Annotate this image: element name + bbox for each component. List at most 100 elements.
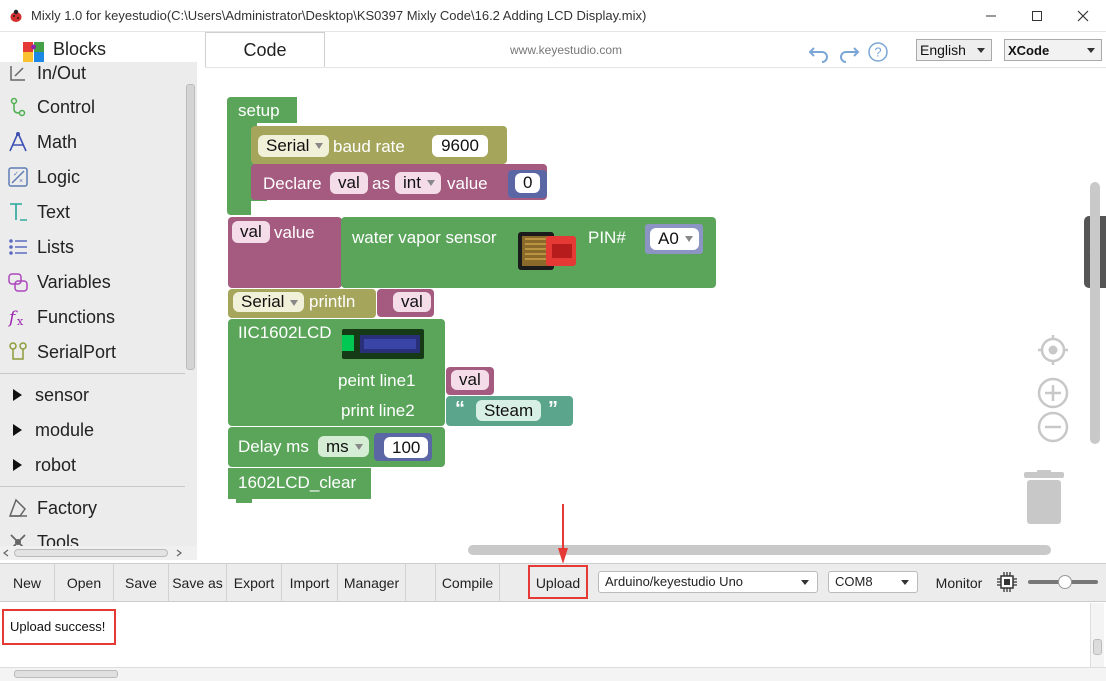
tab-blocks[interactable]: Blocks <box>0 32 197 66</box>
category-lists[interactable]: Lists <box>0 230 185 264</box>
code-mode-select[interactable]: XCode <box>1004 39 1102 61</box>
toolbox-divider <box>0 373 185 374</box>
scrollbar-thumb[interactable] <box>14 549 168 557</box>
chevron-down-icon <box>1087 48 1095 53</box>
import-button[interactable]: Import <box>282 564 338 602</box>
lcd-clear-label: 1602LCD_clear <box>238 473 357 492</box>
workspace-horizontal-scrollbar[interactable] <box>468 545 1051 555</box>
tab-code[interactable]: Code <box>205 32 325 68</box>
init-value-field[interactable]: 0 <box>515 173 541 193</box>
category-control[interactable]: Control <box>0 90 185 124</box>
manager-button[interactable]: Manager <box>338 564 406 602</box>
value-label: value <box>447 174 488 193</box>
minimize-icon <box>986 15 996 17</box>
category-label: Math <box>37 131 78 152</box>
svg-text:✓: ✓ <box>13 171 19 178</box>
category-text[interactable]: Text <box>0 195 185 229</box>
pin-label: PIN# <box>588 228 626 247</box>
println-serial-dropdown[interactable]: Serial <box>233 292 305 312</box>
category-in-out[interactable]: In/Out <box>0 62 185 90</box>
toolbox-horizontal-scrollbar[interactable] <box>0 546 197 560</box>
delay-unit-dropdown[interactable]: ms <box>318 436 369 457</box>
category-logic[interactable]: ✓ × Logic <box>0 160 185 194</box>
monitor-button[interactable]: Monitor <box>928 564 990 602</box>
assign-var-field[interactable]: val <box>232 221 270 243</box>
baud-value-field[interactable]: 9600 <box>432 135 488 157</box>
category-label: Factory <box>37 497 98 518</box>
line1-var-field[interactable]: val <box>451 370 489 390</box>
export-button[interactable]: Export <box>227 564 282 602</box>
tab-blocks-label: Blocks <box>53 39 107 59</box>
chevron-down-icon <box>801 580 809 585</box>
category-label: In/Out <box>37 62 87 83</box>
category-label: Logic <box>37 166 81 187</box>
chip-icon[interactable] <box>996 571 1018 593</box>
zoom-out-icon[interactable] <box>1037 411 1069 443</box>
chevron-right-icon[interactable] <box>175 549 183 557</box>
code-mode-value: XCode <box>1008 43 1050 58</box>
close-quote-icon: ” <box>548 398 558 420</box>
println-label: println <box>309 292 356 311</box>
line1-label: peint line1 <box>338 371 416 390</box>
maximize-button[interactable] <box>1014 0 1060 32</box>
assign-value-label: value <box>274 223 315 242</box>
lcd-module-icon <box>342 329 424 359</box>
category-robot[interactable]: robot <box>0 448 185 482</box>
language-value: English <box>920 42 966 58</box>
trash-icon[interactable] <box>1024 470 1064 524</box>
line2-text-field[interactable]: Steam <box>476 400 542 421</box>
port-select[interactable]: COM8 <box>828 571 918 593</box>
undo-icon[interactable] <box>808 41 830 63</box>
category-functions[interactable]: fx Functions <box>0 300 185 334</box>
category-factory[interactable]: Factory <box>0 491 185 525</box>
type-dropdown[interactable]: int <box>395 172 441 194</box>
save-as-button[interactable]: Save as <box>169 564 227 602</box>
pin-dropdown[interactable]: A0 <box>650 228 699 250</box>
board-value: Arduino/keyestudio Uno <box>605 574 744 589</box>
help-icon[interactable]: ? <box>867 41 889 63</box>
compile-button[interactable]: Compile <box>436 564 500 602</box>
expand-triangle-icon <box>13 389 22 401</box>
close-button[interactable] <box>1060 0 1106 32</box>
delay-value-field[interactable]: 100 <box>384 437 429 458</box>
scrollbar-thumb[interactable] <box>1093 639 1102 655</box>
zoom-in-icon[interactable] <box>1037 377 1069 409</box>
logic-icon: ✓× <box>8 167 28 187</box>
board-select[interactable]: Arduino/keyestudio Uno <box>598 571 818 593</box>
control-icon <box>10 97 26 117</box>
expand-triangle-icon <box>13 424 22 436</box>
minimize-button[interactable] <box>968 0 1014 32</box>
variables-icon <box>8 273 28 292</box>
chevron-left-icon[interactable] <box>2 549 10 557</box>
delay-label: Delay ms <box>238 437 309 456</box>
as-label: as <box>372 174 390 193</box>
mixly-logo-icon <box>10 9 22 22</box>
serial-dropdown[interactable]: Serial <box>258 135 330 157</box>
console-horizontal-scrollbar[interactable] <box>0 667 1106 681</box>
close-icon <box>1077 10 1089 22</box>
toolbox: In/Out Control Math ✓ × Logic Text Lists … <box>0 62 197 558</box>
recenter-icon[interactable] <box>1037 334 1069 366</box>
category-variables[interactable]: Variables <box>0 265 185 299</box>
port-value: COM8 <box>835 574 873 589</box>
toolbox-scrollbar[interactable] <box>186 84 195 370</box>
math-icon <box>9 132 27 152</box>
svg-text:×: × <box>19 178 23 185</box>
category-label: SerialPort <box>37 341 117 362</box>
redo-icon[interactable] <box>838 41 860 63</box>
println-var-field[interactable]: val <box>393 292 431 312</box>
new-button[interactable]: New <box>0 564 55 602</box>
category-module[interactable]: module <box>0 413 185 447</box>
category-label: Text <box>37 201 71 222</box>
category-math[interactable]: Math <box>0 125 185 159</box>
scrollbar-thumb[interactable] <box>14 670 118 678</box>
save-button[interactable]: Save <box>114 564 169 602</box>
var-name-field[interactable]: val <box>330 172 368 194</box>
language-select[interactable]: English <box>916 39 992 61</box>
zoom-slider-handle[interactable] <box>1058 575 1072 589</box>
category-serialport[interactable]: SerialPort <box>0 335 185 369</box>
console-vertical-scrollbar[interactable] <box>1090 603 1104 667</box>
category-sensor[interactable]: sensor <box>0 378 185 412</box>
workspace-vertical-scrollbar[interactable] <box>1090 182 1100 444</box>
open-button[interactable]: Open <box>55 564 114 602</box>
